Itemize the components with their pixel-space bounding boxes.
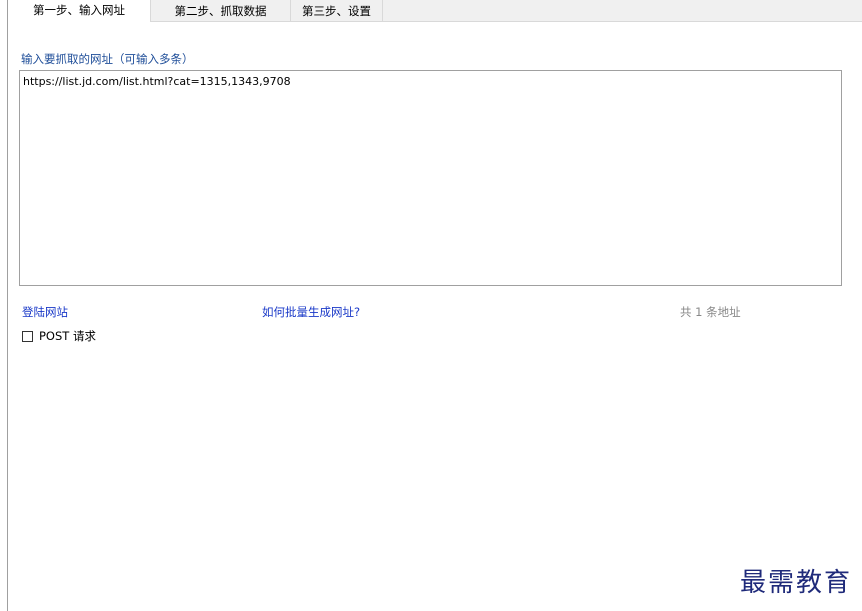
watermark-logo-text: 最需教育 (740, 568, 853, 598)
post-request-row[interactable]: POST 请求 (22, 329, 96, 343)
tab-step1-input-url[interactable]: 第一步、输入网址 (8, 0, 151, 22)
url-count-text: 共 1 条地址 (680, 305, 741, 319)
post-request-label[interactable]: POST 请求 (39, 328, 96, 344)
url-input-textarea[interactable]: https://list.jd.com/list.html?cat=1315,1… (19, 70, 842, 286)
tab-step3-settings[interactable]: 第三步、设置 (291, 0, 383, 21)
url-section-label: 输入要抓取的网址（可输入多条） (21, 52, 194, 66)
post-request-checkbox[interactable] (22, 330, 33, 342)
window-left-border (7, 0, 8, 611)
tab-step2-scrape-data[interactable]: 第二步、抓取数据 (151, 0, 291, 21)
login-website-link[interactable]: 登陆网站 (22, 304, 68, 320)
app-window: 第一步、输入网址 第二步、抓取数据 第三步、设置 输入要抓取的网址（可输入多条）… (0, 0, 862, 611)
batch-generate-urls-link[interactable]: 如何批量生成网址? (262, 304, 360, 320)
